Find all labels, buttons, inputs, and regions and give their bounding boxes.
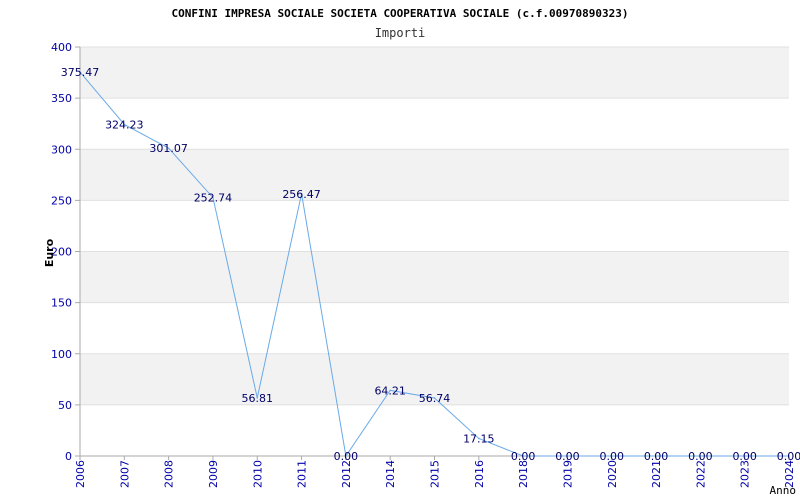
x-tick-label: 2022 [694, 460, 707, 488]
x-tick-labels: 2006 2007 2008 2009 2010 2011 2012 2014 2015 2016… [74, 460, 796, 488]
x-tick-label: 2021 [650, 460, 663, 488]
x-tick-label: 2010 [251, 460, 264, 488]
data-label: 64.21 [374, 384, 406, 397]
x-tick-label: 2007 [118, 460, 131, 488]
x-tick-label: 2023 [739, 460, 752, 488]
chart-subtitle: Importi [375, 26, 426, 40]
y-tick-label: 150 [51, 297, 72, 310]
data-label: 256.47 [282, 188, 321, 201]
data-label: 0.00 [777, 450, 800, 463]
x-tick-label: 2020 [606, 460, 619, 488]
x-tick-label: 2006 [74, 460, 87, 488]
x-tick-label: 2014 [384, 460, 397, 488]
x-tick-label: 2011 [296, 460, 309, 488]
data-label: 375.47 [61, 66, 100, 79]
chart-title: CONFINI IMPRESA SOCIALE SOCIETA COOPERAT… [172, 7, 629, 20]
x-tick-label: 2009 [207, 460, 220, 488]
y-tick-label: 300 [51, 143, 72, 156]
y-tick-label: 50 [58, 399, 72, 412]
x-tick-label: 2018 [517, 460, 530, 488]
data-label: 0.00 [644, 450, 669, 463]
data-label: 252.74 [194, 192, 233, 205]
x-tick-label: 2015 [429, 460, 442, 488]
data-label: 0.00 [732, 450, 757, 463]
grid-band [80, 251, 789, 303]
x-tick-label: 2019 [561, 460, 574, 488]
x-tick-label: 2016 [473, 460, 486, 488]
line-chart: 050100150200250300350400 2006 2007 2008 200… [43, 7, 800, 497]
data-label: 56.74 [419, 392, 451, 405]
y-tick-label: 400 [51, 41, 72, 54]
data-label: 0.00 [688, 450, 713, 463]
y-tick-label: 100 [51, 348, 72, 361]
data-label: 301.07 [149, 142, 188, 155]
y-tick-label: 250 [51, 194, 72, 207]
y-tick-label: 0 [65, 450, 72, 463]
x-axis-label: Anno [770, 484, 797, 497]
grid-band [80, 149, 789, 201]
data-label: 0.00 [555, 450, 580, 463]
y-tick-label: 350 [51, 92, 72, 105]
data-label: 0.00 [334, 450, 359, 463]
data-label: 17.15 [463, 432, 495, 445]
data-label: 0.00 [511, 450, 536, 463]
x-tick-label: 2012 [340, 460, 353, 488]
data-label: 56.81 [242, 392, 274, 405]
data-label: 0.00 [600, 450, 625, 463]
data-label: 324.23 [105, 118, 144, 131]
grid-band [80, 47, 789, 99]
y-axis-label: Euro [43, 238, 56, 267]
x-tick-label: 2008 [163, 460, 176, 488]
background-bands [80, 47, 789, 405]
